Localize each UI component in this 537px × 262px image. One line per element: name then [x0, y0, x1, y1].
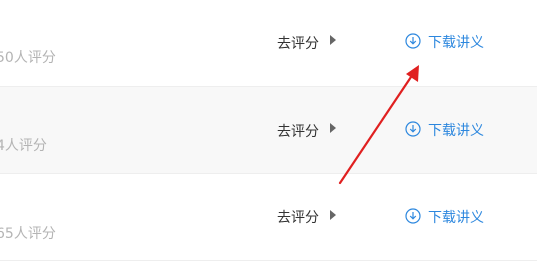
download-circle-icon: [405, 33, 421, 49]
triangle-right-icon[interactable]: [330, 210, 336, 220]
rate-link[interactable]: 去评分: [277, 207, 319, 227]
rating-count: 65人评分: [0, 226, 56, 242]
download-circle-icon: [405, 208, 421, 224]
rating-count: 4人评分: [0, 138, 47, 154]
download-circle-icon: [405, 121, 421, 137]
list-item: 4人评分 去评分 下载讲义: [0, 87, 537, 174]
download-label: 下载讲义: [428, 210, 484, 226]
list-item: 65人评分 去评分 下载讲义: [0, 174, 537, 261]
row-divider: [0, 260, 537, 261]
triangle-right-icon[interactable]: [330, 35, 336, 45]
rate-link[interactable]: 去评分: [277, 33, 319, 53]
rating-count: 50人评分: [0, 50, 56, 66]
download-label: 下载讲义: [428, 123, 484, 139]
list-item: 50人评分 去评分 下载讲义: [0, 0, 537, 87]
download-label: 下载讲义: [428, 35, 484, 51]
triangle-right-icon[interactable]: [330, 123, 336, 133]
rate-link[interactable]: 去评分: [277, 121, 319, 141]
